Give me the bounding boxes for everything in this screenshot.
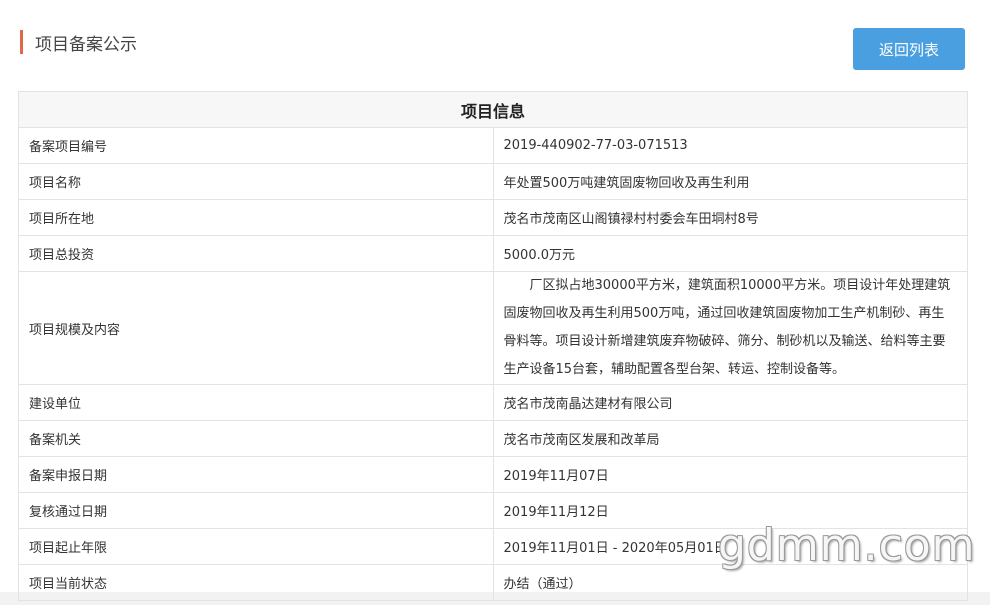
row-label: 项目名称 [18, 163, 494, 200]
site-watermark: gdmm.com [718, 520, 976, 571]
title-accent-bar [20, 30, 23, 54]
row-label: 备案项目编号 [18, 127, 494, 164]
table-row: 项目总投资 5000.0万元 [18, 235, 968, 272]
main-card: 项目备案公示 返回列表 项目信息 备案项目编号 2019-440902-77-0… [0, 0, 990, 601]
row-label: 项目当前状态 [18, 564, 494, 601]
row-label: 备案申报日期 [18, 456, 494, 493]
table-row: 备案申报日期 2019年11月07日 [18, 456, 968, 493]
row-value: 5000.0万元 [492, 235, 968, 272]
row-label: 项目所在地 [18, 199, 494, 236]
row-value: 厂区拟占地30000平方米，建筑面积10000平方米。项目设计年处理建筑固废物回… [492, 271, 968, 385]
back-to-list-button[interactable]: 返回列表 [853, 28, 965, 70]
table-row: 建设单位 茂名市茂南晶达建材有限公司 [18, 384, 968, 421]
section-title: 项目备案公示 [20, 30, 137, 55]
table-row: 备案机关 茂名市茂南区发展和改革局 [18, 420, 968, 457]
row-value: 2019-440902-77-03-071513 [492, 127, 968, 164]
table-header-row: 项目信息 [18, 91, 968, 128]
row-label: 备案机关 [18, 420, 494, 457]
table-row: 备案项目编号 2019-440902-77-03-071513 [18, 127, 968, 164]
row-label: 项目起止年限 [18, 528, 494, 565]
row-label: 项目总投资 [18, 235, 494, 272]
table-row: 项目所在地 茂名市茂南区山阁镇禄村村委会车田垌村8号 [18, 199, 968, 236]
row-value: 茂名市茂南区山阁镇禄村村委会车田垌村8号 [492, 199, 968, 236]
table-heading: 项目信息 [18, 91, 968, 128]
table-row: 项目规模及内容 厂区拟占地30000平方米，建筑面积10000平方米。项目设计年… [18, 271, 968, 385]
row-label: 项目规模及内容 [18, 271, 494, 385]
row-value: 茂名市茂南区发展和改革局 [492, 420, 968, 457]
row-label: 建设单位 [18, 384, 494, 421]
row-label: 复核通过日期 [18, 492, 494, 529]
row-value: 年处置500万吨建筑固废物回收及再生利用 [492, 163, 968, 200]
table-row: 项目名称 年处置500万吨建筑固废物回收及再生利用 [18, 163, 968, 200]
row-value: 茂名市茂南晶达建材有限公司 [492, 384, 968, 421]
row-value: 2019年11月07日 [492, 456, 968, 493]
page-title: 项目备案公示 [35, 34, 137, 55]
